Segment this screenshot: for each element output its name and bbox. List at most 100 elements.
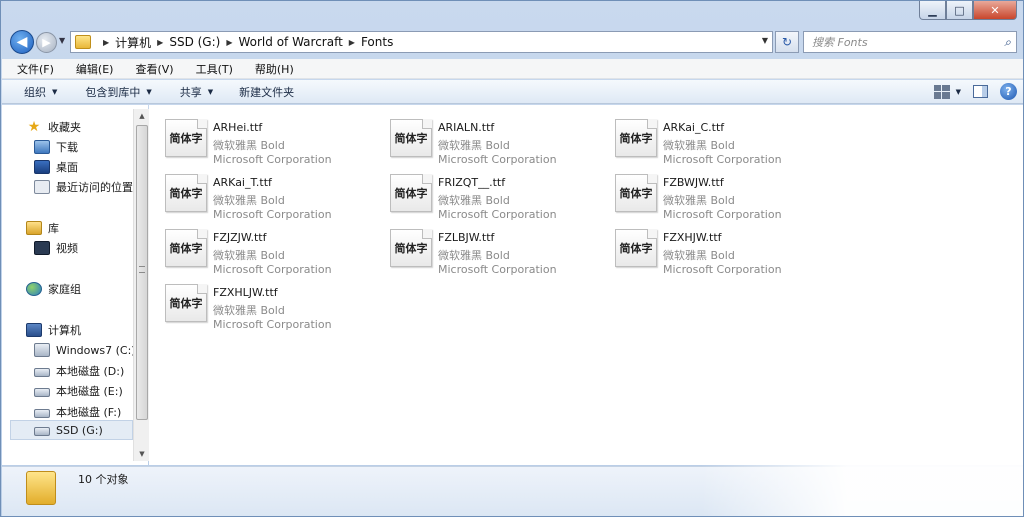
nav-scrollbar[interactable]: ▲ ▼ [133, 109, 149, 461]
file-item[interactable]: 简体字 ARKai_T.ttf 微软雅黑 Bold Microsoft Corp… [149, 168, 369, 221]
menu-file[interactable]: 文件(F) [2, 61, 62, 77]
file-item[interactable]: 简体字 FZLBJW.ttf 微软雅黑 Bold Microsoft Corpo… [374, 223, 594, 276]
system-drive-icon [34, 343, 50, 357]
nav-label: 本地磁盘 (E:) [56, 385, 123, 398]
font-file-icon: 简体字 [390, 174, 432, 212]
share-button[interactable]: 共享 ▼ [180, 84, 213, 100]
file-name: FRIZQT__.ttf [438, 176, 506, 189]
chevron-right-icon[interactable]: ▶ [103, 38, 109, 47]
file-item[interactable]: 简体字 ARHei.ttf 微软雅黑 Bold Microsoft Corpor… [149, 113, 369, 166]
scroll-grip-icon [139, 266, 145, 273]
nav-libraries[interactable]: 库 [26, 220, 59, 236]
nav-homegroup[interactable]: 家庭组 [26, 281, 81, 297]
file-item[interactable]: 简体字 FZXHJW.ttf 微软雅黑 Bold Microsoft Corpo… [599, 223, 819, 276]
help-icon[interactable]: ? [1000, 83, 1017, 100]
search-icon[interactable]: ⌕ [1004, 35, 1011, 50]
maximize-button[interactable]: □ [946, 1, 973, 20]
navigation-bar: ◀ ▶ ▼ ▶ 计算机 ▶ SSD (G:) ▶ World of Warcra… [1, 27, 1023, 57]
nav-label: 本地磁盘 (D:) [56, 365, 125, 378]
font-style: 微软雅黑 Bold [213, 139, 285, 152]
refresh-button[interactable]: ↻ [775, 31, 799, 53]
menu-view[interactable]: 查看(V) [121, 61, 181, 77]
nav-drive-e[interactable]: 本地磁盘 (E:) [34, 383, 123, 399]
menu-tools[interactable]: 工具(T) [182, 61, 241, 77]
menu-edit[interactable]: 编辑(E) [62, 61, 122, 77]
change-view-button[interactable]: ▼ [933, 84, 961, 99]
hard-drive-icon [34, 427, 50, 436]
forward-button[interactable]: ▶ [36, 32, 57, 53]
include-in-library-button[interactable]: 包含到库中 ▼ [85, 84, 151, 100]
font-style: 微软雅黑 Bold [663, 194, 735, 207]
chevron-right-icon[interactable]: ▶ [226, 38, 232, 47]
breadcrumb-computer[interactable]: 计算机 [115, 34, 151, 51]
file-item[interactable]: 简体字 ARKai_C.ttf 微软雅黑 Bold Microsoft Corp… [599, 113, 819, 166]
new-folder-button[interactable]: 新建文件夹 [239, 84, 294, 100]
folder-icon [26, 471, 56, 505]
address-bar[interactable]: ▶ 计算机 ▶ SSD (G:) ▶ World of Warcraft ▶ F… [70, 31, 773, 53]
file-name: ARKai_T.ttf [213, 176, 272, 189]
file-item[interactable]: 简体字 FZJZJW.ttf 微软雅黑 Bold Microsoft Corpo… [149, 223, 369, 276]
navigation-pane: ★ 收藏夹 下载 桌面 最近访问的位置 库 视频 家庭组 计算机 Windows… [2, 105, 149, 465]
nav-label: 视频 [56, 242, 78, 255]
chevron-down-icon: ▼ [52, 87, 58, 96]
details-pane: 10 个对象 [2, 466, 1023, 516]
nav-label: 家庭组 [48, 283, 81, 296]
file-item[interactable]: 简体字 FRIZQT__.ttf 微软雅黑 Bold Microsoft Cor… [374, 168, 594, 221]
back-button[interactable]: ◀ [10, 30, 34, 54]
breadcrumb-fonts[interactable]: Fonts [361, 35, 393, 49]
address-dropdown-icon[interactable]: ▼ [762, 36, 768, 45]
font-company: Microsoft Corporation [663, 208, 782, 221]
nav-drive-f[interactable]: 本地磁盘 (F:) [34, 404, 121, 420]
nav-drive-d[interactable]: 本地磁盘 (D:) [34, 363, 124, 379]
chevron-right-icon[interactable]: ▶ [157, 38, 163, 47]
nav-favorites[interactable]: ★ 收藏夹 [26, 119, 81, 135]
nav-label: 计算机 [48, 324, 81, 337]
computer-icon [26, 323, 42, 337]
desktop-icon [34, 160, 50, 174]
folder-icon [75, 35, 91, 49]
scrollbar-thumb[interactable] [136, 125, 148, 420]
scroll-down-arrow-icon[interactable]: ▼ [134, 447, 150, 461]
nav-label: 本地磁盘 (F:) [56, 406, 122, 419]
downloads-folder-icon [34, 140, 50, 154]
scroll-up-arrow-icon[interactable]: ▲ [134, 109, 150, 123]
preview-pane-icon[interactable] [973, 85, 988, 98]
minimize-button[interactable]: ▁ [919, 1, 946, 20]
font-file-icon: 简体字 [615, 174, 657, 212]
file-item[interactable]: 简体字 ARIALN.ttf 微软雅黑 Bold Microsoft Corpo… [374, 113, 594, 166]
nav-label: Windows7 (C:) [56, 343, 136, 357]
organize-button[interactable]: 组织 ▼ [24, 84, 57, 100]
nav-downloads[interactable]: 下载 [34, 139, 78, 155]
nav-desktop[interactable]: 桌面 [34, 159, 78, 175]
font-style: 微软雅黑 Bold [213, 249, 285, 262]
nav-label: 下载 [56, 141, 78, 154]
font-company: Microsoft Corporation [438, 208, 557, 221]
file-item[interactable]: 简体字 FZXHLJW.ttf 微软雅黑 Bold Microsoft Corp… [149, 278, 369, 331]
file-item[interactable]: 简体字 FZBWJW.ttf 微软雅黑 Bold Microsoft Corpo… [599, 168, 819, 221]
search-input[interactable]: 搜索 Fonts ⌕ [803, 31, 1017, 53]
font-file-icon: 简体字 [165, 174, 207, 212]
breadcrumb-drive[interactable]: SSD (G:) [169, 35, 220, 49]
font-company: Microsoft Corporation [213, 153, 332, 166]
font-company: Microsoft Corporation [213, 208, 332, 221]
font-style: 微软雅黑 Bold [438, 249, 510, 262]
caption-buttons: ▁ □ ✕ [919, 1, 1017, 21]
breadcrumb-game-folder[interactable]: World of Warcraft [238, 35, 342, 49]
file-name: FZXHLJW.ttf [213, 286, 278, 299]
hard-drive-icon [34, 388, 50, 397]
nav-drive-g[interactable]: SSD (G:) [10, 420, 133, 440]
video-icon [34, 241, 50, 255]
menu-bar: 文件(F) 编辑(E) 查看(V) 工具(T) 帮助(H) [2, 59, 1023, 79]
font-file-icon: 简体字 [615, 119, 657, 157]
nav-label: 桌面 [56, 161, 78, 174]
chevron-right-icon[interactable]: ▶ [349, 38, 355, 47]
nav-computer[interactable]: 计算机 [26, 322, 81, 338]
recent-pages-dropdown[interactable]: ▼ [59, 36, 65, 45]
font-company: Microsoft Corporation [663, 263, 782, 276]
nav-recent-places[interactable]: 最近访问的位置 [34, 179, 133, 195]
close-button[interactable]: ✕ [973, 1, 1017, 20]
homegroup-icon [26, 282, 42, 296]
nav-videos[interactable]: 视频 [34, 240, 78, 256]
menu-help[interactable]: 帮助(H) [241, 61, 302, 77]
nav-drive-c[interactable]: Windows7 (C:) [34, 343, 136, 357]
